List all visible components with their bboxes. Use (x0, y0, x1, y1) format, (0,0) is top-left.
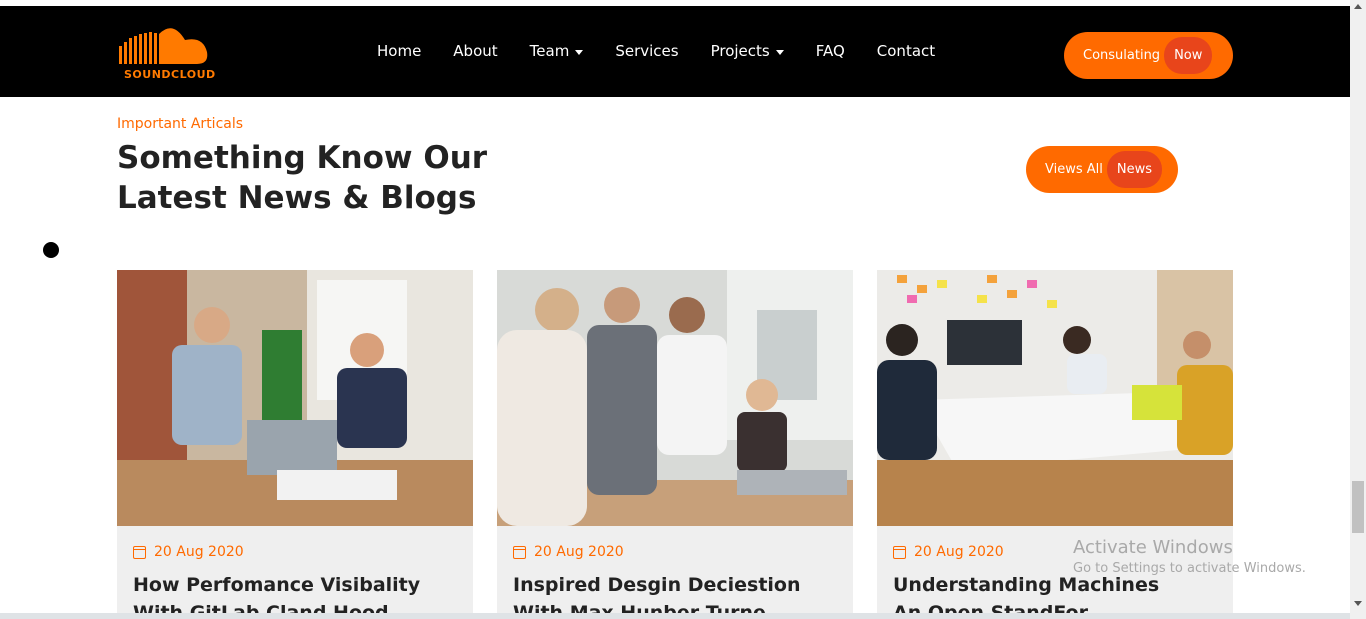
section-eyebrow: Important Articals (117, 116, 244, 132)
calendar-icon (513, 545, 526, 559)
site-header: SOUNDCLOUD Home About Team Services Proj… (0, 6, 1350, 97)
consulting-label: Consulating (1083, 48, 1161, 63)
nav-label: About (453, 42, 498, 60)
nav-label: Services (615, 42, 679, 60)
nav-item-faq[interactable]: FAQ (816, 42, 845, 60)
caret-down-icon (575, 49, 584, 55)
vertical-scrollbar[interactable] (1350, 0, 1366, 619)
title-line: Latest News & Blogs (117, 180, 477, 216)
blog-card[interactable]: 20 Aug 2020 How Perfomance Visibality Wi… (117, 270, 473, 619)
watermark-subtitle: Go to Settings to activate Windows. (1073, 561, 1306, 576)
taskbar-edge (0, 613, 1350, 619)
card-date: 20 Aug 2020 (513, 544, 624, 560)
view-all-accent: News (1106, 151, 1163, 188)
scroll-up-arrow-icon[interactable] (1354, 4, 1362, 9)
view-all-label: Views All (1045, 162, 1103, 177)
scrollbar-thumb[interactable] (1352, 481, 1364, 533)
nav-item-about[interactable]: About (453, 42, 497, 60)
title-line: Understanding Machines (893, 574, 1160, 596)
nav-label: FAQ (815, 42, 845, 60)
main-nav: Home About Team Services Projects FAQ Co… (377, 42, 967, 60)
nav-label: Contact (876, 42, 936, 60)
nav-item-services[interactable]: Services (615, 42, 678, 60)
blog-image-office-highfive[interactable] (117, 270, 473, 526)
date-text: 20 Aug 2020 (914, 544, 1004, 560)
watermark-title: Activate Windows (1073, 537, 1233, 558)
activate-windows-watermark: Activate Windows Go to Settings to activ… (1073, 537, 1306, 576)
calendar-icon (893, 545, 906, 559)
card-title[interactable]: Inspired Desgin Deciestion With Max Hunb… (513, 571, 843, 619)
blog-image-team-meeting[interactable] (497, 270, 853, 526)
date-text: 20 Aug 2020 (534, 544, 624, 560)
blog-image-conference-table[interactable] (877, 270, 1233, 526)
blog-card[interactable]: 20 Aug 2020 Inspired Desgin Deciestion W… (497, 270, 853, 619)
caret-down-icon (775, 49, 784, 55)
nav-label: Home (377, 42, 422, 60)
nav-item-contact[interactable]: Contact (877, 42, 935, 60)
nav-label: Projects (710, 42, 770, 60)
date-text: 20 Aug 2020 (154, 544, 244, 560)
logo-text: SOUNDCLOUD (124, 68, 216, 81)
nav-item-team[interactable]: Team (530, 42, 584, 60)
title-line: Something Know Our (117, 140, 488, 176)
calendar-icon (133, 545, 146, 559)
cursor-dot (43, 242, 59, 258)
title-line: How Perfomance Visibality (133, 574, 421, 596)
card-date: 20 Aug 2020 (133, 544, 244, 560)
card-date: 20 Aug 2020 (893, 544, 1004, 560)
nav-label: Team (529, 42, 570, 60)
scroll-down-arrow-icon[interactable] (1354, 601, 1362, 606)
consulting-accent: Now (1164, 37, 1213, 74)
nav-item-projects[interactable]: Projects (711, 42, 784, 60)
title-line: Inspired Desgin Deciestion (513, 574, 801, 596)
card-title[interactable]: How Perfomance Visibality With GitLab Cl… (133, 571, 463, 619)
section-title: Something Know Our Latest News & Blogs (117, 138, 537, 218)
nav-item-home[interactable]: Home (377, 42, 421, 60)
consulting-button[interactable]: Consulating Now (1064, 32, 1233, 79)
view-all-news-button[interactable]: Views All News (1026, 146, 1178, 193)
card-title[interactable]: Understanding Machines An Open StandFor (893, 571, 1223, 619)
